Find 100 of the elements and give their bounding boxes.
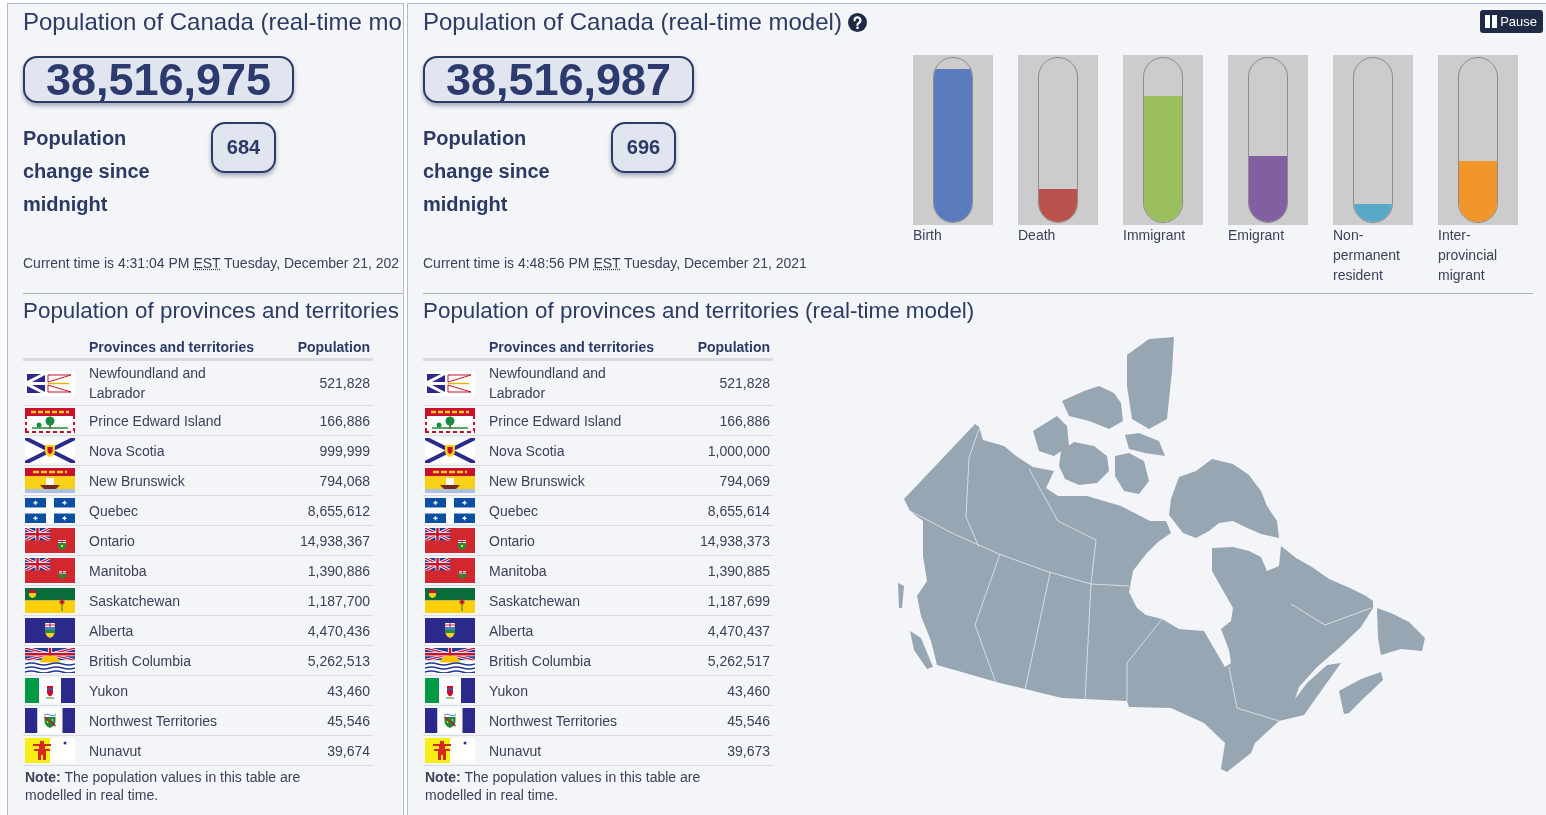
table-cell: 8,655,614 (659, 495, 773, 526)
table-cell: 45,546 (659, 705, 773, 736)
flag-icon (425, 648, 475, 673)
table-cell: 8,655,612 (259, 495, 373, 526)
gauge-label: Non-permanent resident (1333, 226, 1401, 285)
table-cell: 43,460 (659, 675, 773, 706)
table-cell: Nova Scotia (489, 435, 659, 466)
table-cell: 166,886 (259, 405, 373, 436)
gauge-label: Emigrant (1228, 226, 1286, 245)
flag-icon (25, 588, 75, 613)
table-cell: Nunavut (89, 735, 259, 766)
gauge-label: Inter-provincial migrant (1438, 226, 1499, 285)
gauge-label: Birth (913, 226, 943, 245)
table-cell: Saskatchewan (489, 585, 659, 616)
page-title: Population of Canada (real-time model) (423, 8, 842, 36)
gauge-label: Death (1018, 226, 1057, 245)
flag-icon (25, 618, 75, 643)
table-cell: 1,187,699 (659, 585, 773, 616)
table-cell: Alberta (89, 615, 259, 646)
table-cell: Saskatchewan (89, 585, 259, 616)
flag-icon (25, 738, 75, 763)
table-cell: Quebec (89, 495, 259, 526)
table-cell: Alberta (489, 615, 659, 646)
table-cell: Prince Edward Island (489, 405, 659, 436)
flag-icon (425, 678, 475, 703)
table-cell: 521,828 (259, 359, 373, 406)
table-cell: 14,938,367 (259, 525, 373, 556)
table-cell: 4,470,436 (259, 615, 373, 646)
flag-icon (425, 370, 475, 396)
flag-icon (25, 370, 75, 396)
change-counter: 696 (611, 122, 676, 173)
pause-button[interactable]: Pause (1480, 10, 1543, 33)
section-title: Population of provinces and territories (23, 298, 400, 324)
table-cell: Manitoba (489, 555, 659, 586)
table-note: Note: The population values in this table are modelled in real time. (425, 768, 702, 804)
current-time-text: Current time is 4:48:56 PM EST Tuesday, December 21, 2021 (423, 254, 808, 273)
flag-icon (25, 468, 75, 493)
change-counter: 684 (211, 122, 276, 173)
table-cell: 166,886 (659, 405, 773, 436)
column-header: Provinces and territories (489, 336, 659, 360)
table-cell: 794,068 (259, 465, 373, 496)
gauge-label: Immigrant (1123, 226, 1187, 245)
flag-icon (25, 408, 75, 433)
table-cell: 43,460 (259, 675, 373, 706)
section-title: Population of provinces and territories (real-time model) (423, 298, 976, 324)
column-header: Population (659, 336, 773, 360)
table-cell: 1,187,700 (259, 585, 373, 616)
flag-icon (425, 408, 475, 433)
flag-icon (25, 648, 75, 673)
flag-icon (425, 708, 475, 733)
table-cell: New Brunswick (489, 465, 659, 496)
table-cell: British Columbia (89, 645, 259, 676)
table-cell: 1,390,885 (659, 555, 773, 586)
population-counter: 38,516,975 (23, 56, 294, 103)
table-cell: 39,673 (659, 735, 773, 766)
pause-icon (1485, 15, 1498, 28)
table-cell: 14,938,373 (659, 525, 773, 556)
table-cell: Prince Edward Island (89, 405, 259, 436)
flag-icon (25, 498, 75, 523)
table-cell: 794,069 (659, 465, 773, 496)
flag-icon (425, 558, 475, 583)
flag-icon (425, 468, 475, 493)
table-cell: 999,999 (259, 435, 373, 466)
flag-icon (25, 438, 75, 463)
table-cell: 5,262,513 (259, 645, 373, 676)
flag-icon (425, 528, 475, 553)
flag-icon (25, 678, 75, 703)
table-cell: 45,546 (259, 705, 373, 736)
flag-icon (25, 528, 75, 553)
table-cell: New Brunswick (89, 465, 259, 496)
table-cell: 39,674 (259, 735, 373, 766)
table-cell: Northwest Territories (89, 705, 259, 736)
column-header: Population (259, 336, 373, 360)
page-title: Population of Canada (real-time mo (23, 8, 402, 36)
table-cell: 521,828 (659, 359, 773, 406)
flag-icon (425, 438, 475, 463)
flag-icon (25, 708, 75, 733)
table-cell: British Columbia (489, 645, 659, 676)
table-cell: Northwest Territories (489, 705, 659, 736)
flag-icon (25, 558, 75, 583)
population-counter: 38,516,987 (423, 56, 694, 103)
table-cell: 1,390,886 (259, 555, 373, 586)
table-cell: Nunavut (489, 735, 659, 766)
table-cell: Newfoundland and Labrador (489, 359, 659, 406)
table-cell: Nova Scotia (89, 435, 259, 466)
table-cell: Yukon (489, 675, 659, 706)
table-cell: 1,000,000 (659, 435, 773, 466)
flag-icon (425, 738, 475, 763)
column-header: Provinces and territories (89, 336, 259, 360)
table-cell: Yukon (89, 675, 259, 706)
table-cell: 5,262,517 (659, 645, 773, 676)
change-label: Population change since midnight (423, 126, 551, 217)
table-cell: 4,470,437 (659, 615, 773, 646)
flag-icon (425, 498, 475, 523)
table-cell: Newfoundland and Labrador (89, 359, 259, 406)
change-label: Population change since midnight (23, 126, 151, 217)
flag-icon (425, 618, 475, 643)
table-note: Note: The population values in this table are modelled in real time. (25, 768, 302, 804)
current-time-text: Current time is 4:31:04 PM EST Tuesday, December 21, 202 (23, 254, 401, 273)
help-icon[interactable] (847, 12, 867, 32)
